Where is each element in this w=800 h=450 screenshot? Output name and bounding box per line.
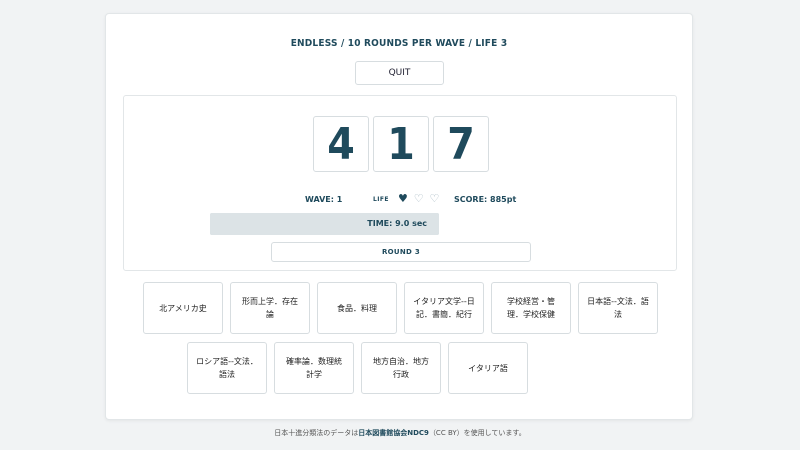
round-indicator: ROUND 3 <box>271 242 531 262</box>
status-row: WAVE: 1 LIFE ♥ ♡ ♡ SCORE: 885pt <box>124 192 676 208</box>
answer-button-2[interactable]: 形而上学．存在論 <box>230 282 310 334</box>
answer-button-9[interactable]: 地方自治．地方行政 <box>361 342 441 394</box>
timer-bar: TIME: 9.0 sec <box>210 213 439 235</box>
answer-button-6[interactable]: 日本語--文法．語法 <box>578 282 658 334</box>
answer-button-7[interactable]: ロシア語--文法．語法 <box>187 342 267 394</box>
footer-source: 日本図書館協会NDC9 <box>358 429 429 437</box>
wave-counter: WAVE: 1 <box>305 195 343 204</box>
answer-button-1[interactable]: 北アメリカ史 <box>143 282 223 334</box>
life-hearts: ♥ ♡ ♡ <box>398 192 440 205</box>
heart-full-icon: ♥ <box>398 192 409 205</box>
answer-button-8[interactable]: 確率論．数理統計学 <box>274 342 354 394</box>
game-card: ENDLESS / 10 ROUNDS PER WAVE / LIFE 3 QU… <box>105 13 693 420</box>
life-label: LIFE <box>373 196 389 203</box>
heart-empty-icon: ♡ <box>429 192 441 205</box>
ndc-number-display: 4 1 7 <box>313 116 489 172</box>
quit-button[interactable]: QUIT <box>355 61 444 85</box>
footer-prefix: 日本十進分類法のデータは <box>274 429 359 437</box>
heart-empty-icon: ♡ <box>413 192 425 205</box>
mode-title: ENDLESS / 10 ROUNDS PER WAVE / LIFE 3 <box>290 38 508 49</box>
timer-text: TIME: 9.0 sec <box>367 219 427 228</box>
digit-3: 7 <box>433 116 489 172</box>
question-panel: 4 1 7 WAVE: 1 LIFE ♥ ♡ ♡ SCORE: 885pt TI… <box>123 95 677 271</box>
answer-button-5[interactable]: 学校経営・管理．学校保健 <box>491 282 571 334</box>
answer-button-10[interactable]: イタリア語 <box>448 342 528 394</box>
digit-2: 1 <box>373 116 429 172</box>
answer-button-3[interactable]: 食品．料理 <box>317 282 397 334</box>
answer-button-4[interactable]: イタリア文学--日記．書簡．紀行 <box>404 282 484 334</box>
footer-suffix: （CC BY）を使用しています。 <box>428 429 526 437</box>
score-display: SCORE: 885pt <box>454 195 517 204</box>
digit-1: 4 <box>313 116 369 172</box>
attribution-footer: 日本十進分類法のデータは日本図書館協会NDC9（CC BY）を使用しています。 <box>0 428 800 438</box>
